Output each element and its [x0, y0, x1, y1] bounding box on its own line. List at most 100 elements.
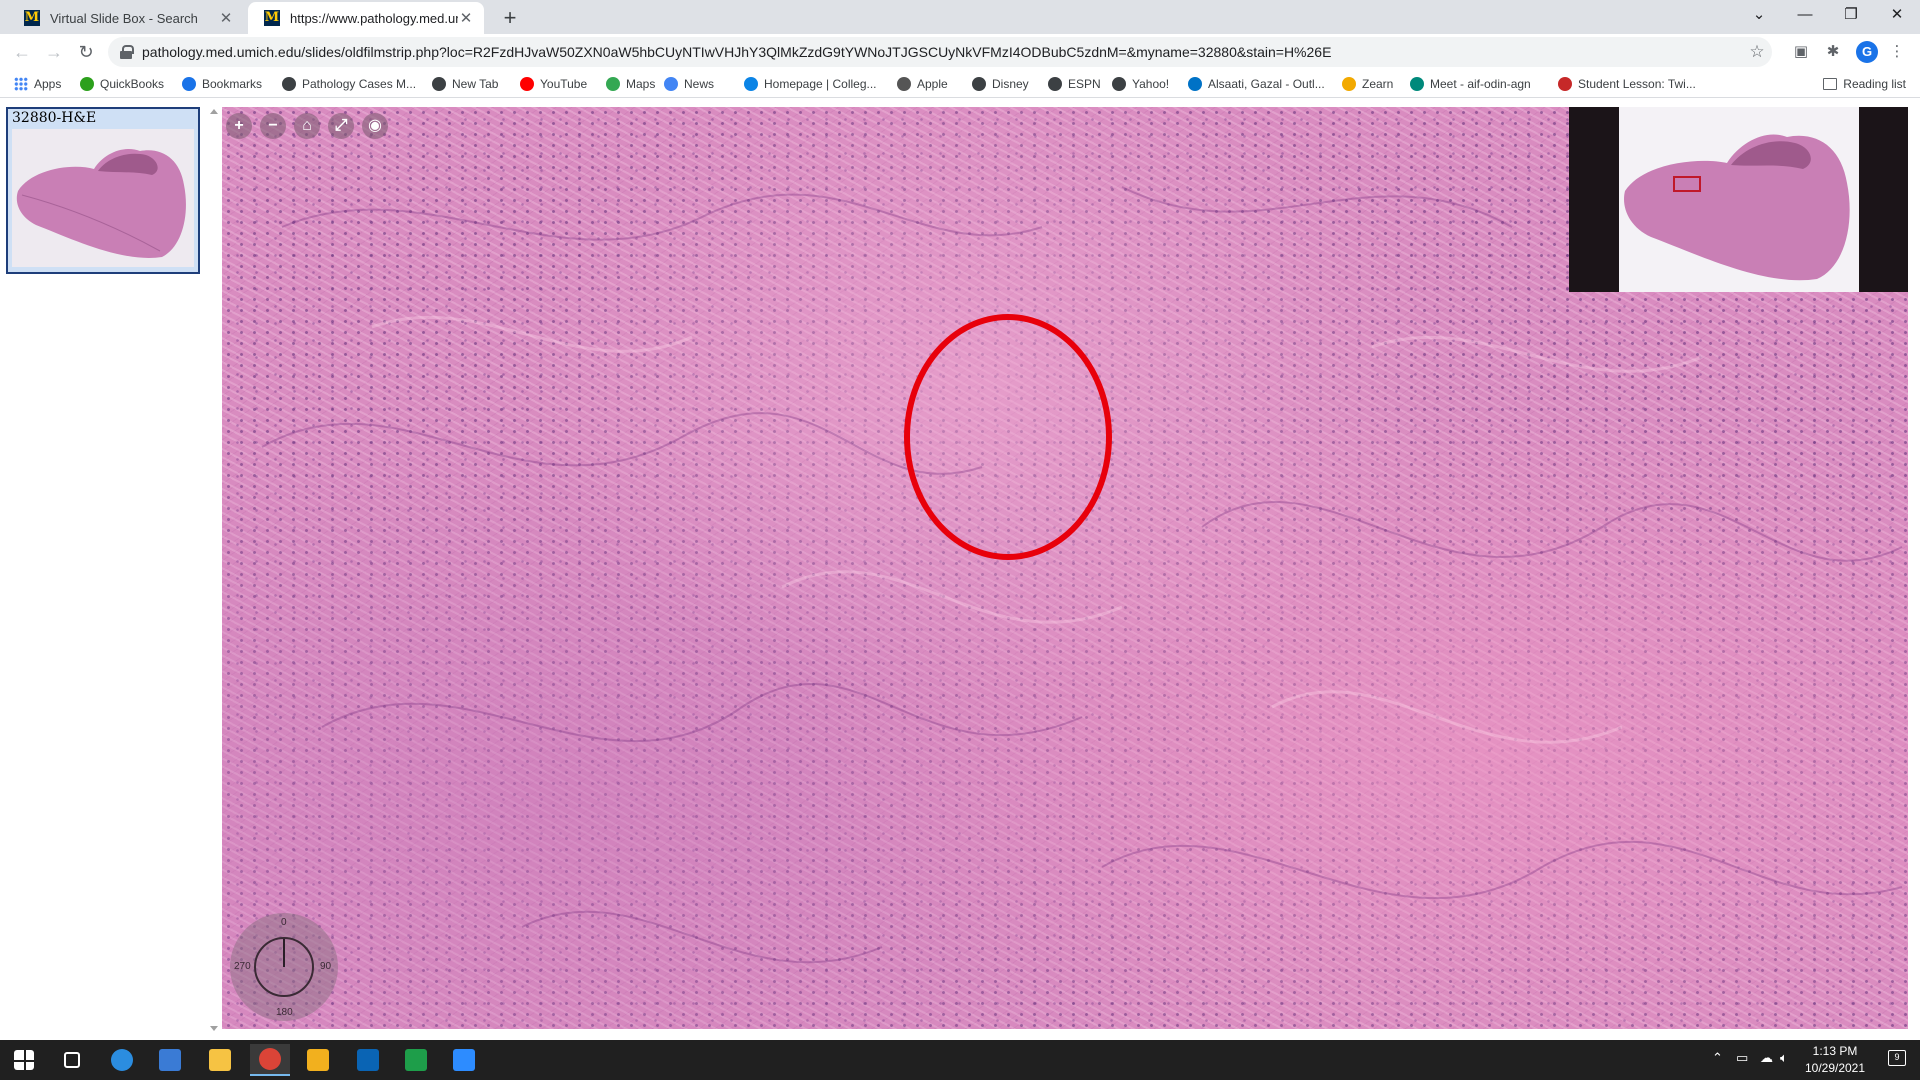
taskbar-app-yellow-button[interactable]	[298, 1044, 338, 1076]
store-icon	[159, 1049, 181, 1071]
bookmark-item[interactable]: Bookmarks	[182, 74, 262, 94]
new-tab-button[interactable]: +	[496, 4, 524, 32]
bookmark-star-icon[interactable]: ☆	[1742, 42, 1772, 62]
edge-icon	[111, 1049, 133, 1071]
menu-kebab-icon[interactable]: ⋮	[1886, 41, 1908, 63]
snapshot-camera-button[interactable]: ◉	[362, 113, 388, 139]
tab-title: https://www.pathology.med.umi	[290, 10, 458, 26]
restore-button[interactable]: ❐	[1828, 0, 1874, 30]
tab-strip: M Virtual Slide Box - Search ✕ M https:/…	[0, 0, 1920, 34]
taskbar-outlook-button[interactable]	[348, 1044, 388, 1076]
compass-label-bottom: 180	[276, 1007, 293, 1018]
address-bar[interactable]: pathology.med.umich.edu/slides/oldfilmst…	[108, 37, 1772, 67]
bookmark-item[interactable]: New Tab	[432, 74, 498, 94]
scroll-up-icon[interactable]	[210, 109, 218, 114]
apps-grid-icon	[14, 77, 28, 91]
close-window-button[interactable]: ✕	[1874, 0, 1920, 30]
app-green-icon	[405, 1049, 427, 1071]
profile-avatar[interactable]: G	[1856, 41, 1878, 63]
tab-search-button[interactable]: ⌄	[1736, 0, 1782, 30]
fullscreen-button[interactable]: ⤢	[328, 113, 354, 139]
bookmark-item[interactable]: ESPN	[1048, 74, 1101, 94]
show-hidden-icons-icon[interactable]: ⌃	[1712, 1050, 1723, 1066]
filmstrip-scrollbar[interactable]	[208, 99, 220, 1039]
bookmark-item[interactable]: Apple	[897, 74, 948, 94]
bookmark-item[interactable]: Zearn	[1342, 74, 1393, 94]
reload-button[interactable]: ↻	[72, 38, 100, 66]
start-icon	[14, 1050, 34, 1070]
close-tab-icon[interactable]: ✕	[218, 9, 234, 27]
bookmark-favicon-icon	[1558, 77, 1572, 91]
annotation-circle	[904, 314, 1112, 560]
bookmark-favicon-icon	[1048, 77, 1062, 91]
slide-thumbnail-image	[12, 129, 194, 267]
clock-date: 10/29/2021	[1804, 1061, 1866, 1075]
taskbar-file-explorer-button[interactable]	[200, 1044, 240, 1076]
bookmark-item[interactable]: QuickBooks	[80, 74, 164, 94]
taskbar-chrome-button[interactable]	[250, 1044, 290, 1076]
onedrive-cloud-icon[interactable]: ☁	[1760, 1050, 1773, 1066]
task-view-icon	[64, 1052, 80, 1068]
zoom-out-button[interactable]: −	[260, 113, 286, 139]
bookmark-item[interactable]: Apps	[14, 74, 61, 94]
bookmark-item[interactable]: Maps	[606, 74, 655, 94]
volume-icon[interactable]: 🔈︎	[1780, 1050, 1788, 1066]
bookmark-item[interactable]: Pathology Cases M...	[282, 74, 416, 94]
minimize-button[interactable]: —	[1782, 0, 1828, 30]
histology-slide-viewport[interactable]: + − ⌂ ⤢ ◉ 0 90 180 270	[222, 107, 1908, 1029]
bookmark-label: Apps	[34, 77, 62, 91]
scroll-down-icon[interactable]	[210, 1026, 218, 1031]
bookmark-item[interactable]: Yahoo!	[1112, 74, 1169, 94]
minimap-viewport-indicator[interactable]	[1673, 176, 1701, 192]
windows-taskbar: ⌃ ▭ ☁ 🔈︎ 1:13 PM 10/29/2021 9	[0, 1040, 1920, 1080]
bookmark-label: Yahoo!	[1132, 77, 1170, 91]
bookmark-item[interactable]: Alsaati, Gazal - Outl...	[1188, 74, 1325, 94]
outlook-icon	[357, 1049, 379, 1071]
close-tab-icon[interactable]: ✕	[458, 9, 474, 27]
bookmark-item[interactable]: Meet - aif-odin-agn	[1410, 74, 1531, 94]
bookmark-label: Meet - aif-odin-agn	[1430, 77, 1531, 91]
zoom-in-button[interactable]: +	[226, 113, 252, 139]
extension-icon[interactable]: ▣	[1790, 41, 1812, 63]
taskbar-task-view-button[interactable]	[52, 1044, 92, 1076]
bookmark-favicon-icon	[282, 77, 296, 91]
bookmark-item[interactable]: News	[664, 74, 714, 94]
taskbar-app-green-button[interactable]	[396, 1044, 436, 1076]
forward-button[interactable]: →	[40, 38, 68, 66]
compass-label-left: 270	[234, 961, 251, 972]
reading-list-button[interactable]: Reading list	[1823, 74, 1906, 94]
rotation-compass[interactable]: 0 90 180 270	[230, 913, 338, 1021]
bookmark-item[interactable]: Homepage | Colleg...	[744, 74, 877, 94]
back-button[interactable]: ←	[8, 38, 36, 66]
tab-virtual-slide-box[interactable]: M Virtual Slide Box - Search ✕	[8, 2, 244, 34]
bookmark-favicon-icon	[606, 77, 620, 91]
navigator-minimap[interactable]	[1569, 107, 1908, 292]
extensions-puzzle-icon[interactable]: ✱	[1822, 41, 1844, 63]
bookmark-favicon-icon	[80, 77, 94, 91]
taskbar-store-button[interactable]	[150, 1044, 190, 1076]
michigan-favicon-icon: M	[24, 10, 40, 26]
taskbar-zoom-button[interactable]	[444, 1044, 484, 1076]
bookmark-favicon-icon	[664, 77, 678, 91]
bookmark-item[interactable]: Student Lesson: Twi...	[1558, 74, 1696, 94]
taskbar-edge-button[interactable]	[102, 1044, 142, 1076]
bookmark-label: Pathology Cases M...	[302, 77, 417, 91]
bookmark-item[interactable]: Disney	[972, 74, 1029, 94]
bookmark-label: Student Lesson: Twi...	[1578, 77, 1696, 91]
notification-center-icon[interactable]: 9	[1888, 1050, 1906, 1066]
tab-pathology-slide[interactable]: M https://www.pathology.med.umi ✕	[248, 2, 484, 34]
bookmark-label: Homepage | Colleg...	[764, 77, 877, 91]
bookmark-label: QuickBooks	[100, 77, 165, 91]
slide-thumbnail[interactable]: 32880-H&E	[6, 107, 200, 274]
compass-needle	[283, 939, 285, 967]
system-clock[interactable]: 1:13 PM 10/29/2021	[1790, 1043, 1880, 1077]
url-text[interactable]: pathology.med.umich.edu/slides/oldfilmst…	[142, 44, 1742, 60]
home-button[interactable]: ⌂	[294, 113, 320, 139]
compass-label-right: 90	[320, 961, 332, 972]
bookmark-item[interactable]: YouTube	[520, 74, 587, 94]
app-yellow-icon	[307, 1049, 329, 1071]
taskbar-start-button[interactable]	[4, 1044, 44, 1076]
tab-title: Virtual Slide Box - Search	[50, 10, 198, 26]
bookmark-label: New Tab	[452, 77, 499, 91]
network-icon[interactable]: ▭	[1736, 1050, 1748, 1066]
